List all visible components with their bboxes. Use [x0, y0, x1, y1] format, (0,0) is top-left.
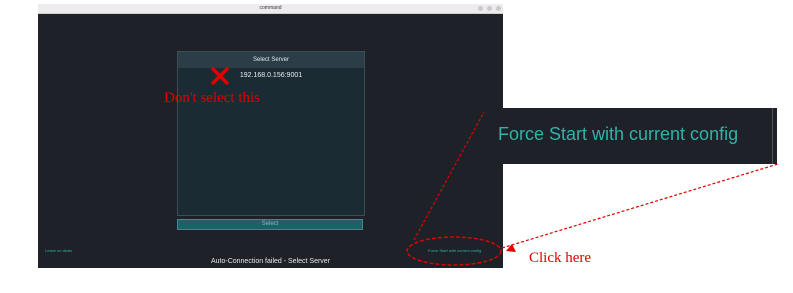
highlight-ellipse [406, 236, 502, 266]
callout-line-bottom [501, 163, 779, 249]
arrow-head-icon [506, 244, 516, 252]
annotation-overlay [406, 111, 779, 266]
callout-line-top [413, 111, 485, 241]
